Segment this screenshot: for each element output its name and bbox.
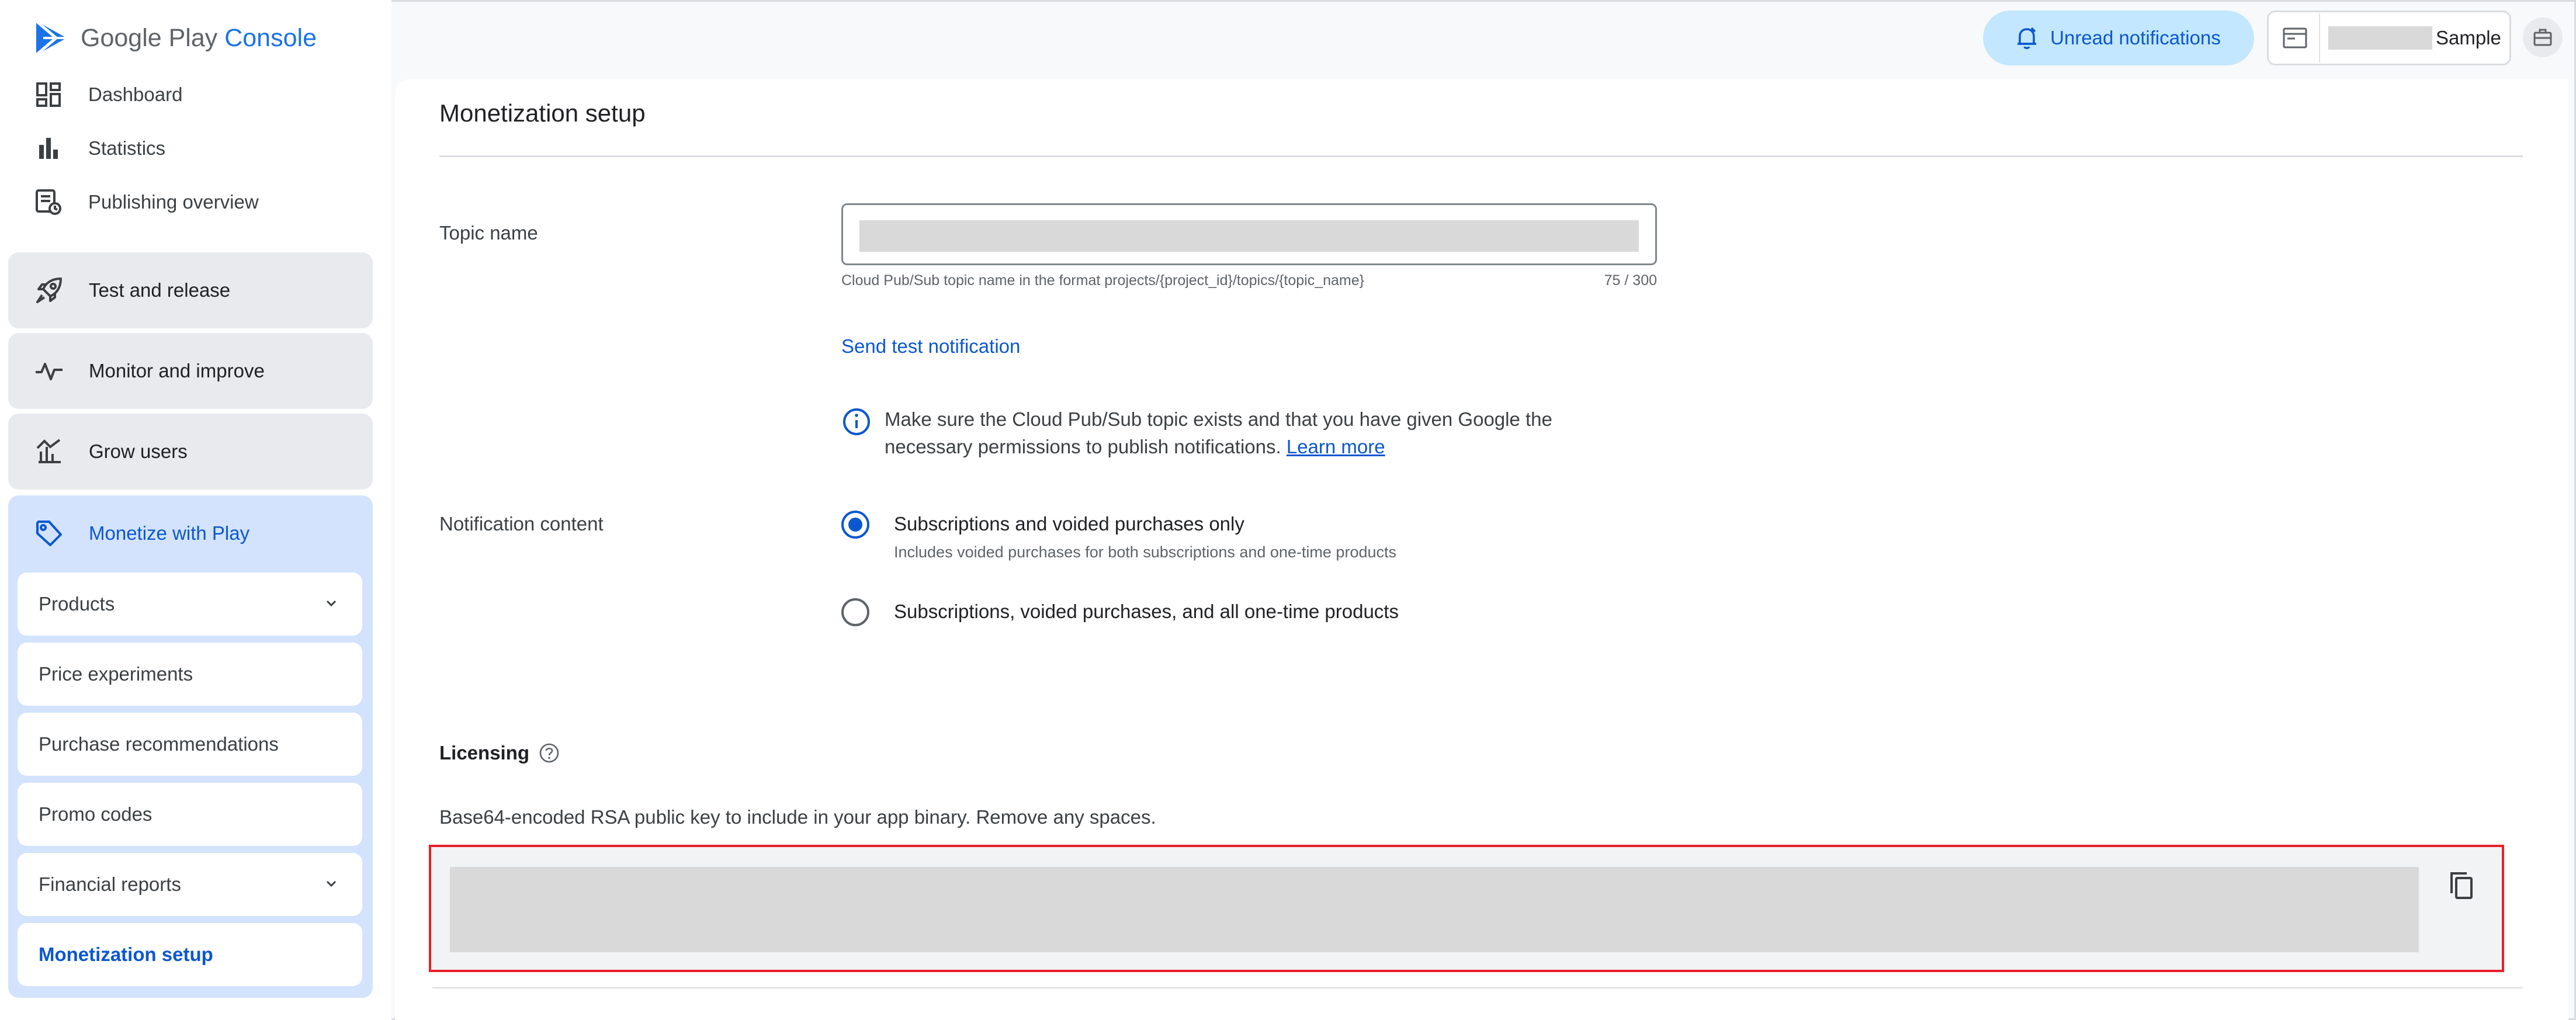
nav-sub-financial-reports-label: Financial reports xyxy=(39,873,181,895)
unread-notifications-label: Unread notifications xyxy=(2050,27,2221,48)
radio-option-1-label: Subscriptions and voided purchases only xyxy=(894,513,1244,535)
licensing-heading-text: Licensing xyxy=(439,742,530,764)
help-circle-icon[interactable] xyxy=(539,743,560,764)
info-text: Make sure the Cloud Pub/Sub topic exists… xyxy=(885,408,1552,457)
play-logo-icon xyxy=(35,20,67,56)
tag-icon xyxy=(34,518,64,549)
google-play-console-logo[interactable]: Google Play Console xyxy=(34,18,317,58)
section-divider xyxy=(432,987,2523,988)
nav-dashboard-label: Dashboard xyxy=(88,84,183,105)
nav-sub-products[interactable]: Products xyxy=(18,573,362,636)
page-title: Monetization setup xyxy=(439,99,646,127)
nav-sub-monetization-setup[interactable]: Monetization setup xyxy=(18,923,362,986)
nav-grow-users[interactable]: Grow users xyxy=(8,414,373,490)
nav-monetize-with-play-header[interactable]: Monetize with Play xyxy=(8,495,373,571)
radio-button-checked[interactable] xyxy=(841,511,869,539)
nav-monitor-and-improve-label: Monitor and improve xyxy=(89,360,265,381)
nav-sub-financial-reports[interactable]: Financial reports xyxy=(18,853,362,916)
radio-subscriptions-voided-only[interactable]: Subscriptions and voided purchases only … xyxy=(841,511,1396,561)
nav-publishing-overview[interactable]: Publishing overview xyxy=(34,179,361,225)
sidebar: Google Play Console Dashboard Statistics… xyxy=(0,0,391,1020)
nav-dashboard[interactable]: Dashboard xyxy=(34,71,361,118)
radio-subscriptions-voided-all-onetime[interactable]: Subscriptions, voided purchases, and all… xyxy=(841,598,1399,626)
chevron-down-icon xyxy=(326,600,337,607)
nav-test-and-release-label: Test and release xyxy=(89,279,231,301)
licensing-heading: Licensing xyxy=(439,742,560,764)
nav-monetize-with-play-label: Monetize with Play xyxy=(89,522,250,544)
nav-grow-users-label: Grow users xyxy=(89,440,188,462)
pubsub-info-note: Make sure the Cloud Pub/Sub topic exists… xyxy=(841,405,1601,460)
pulse-icon xyxy=(34,356,64,386)
topic-helper-row: Cloud Pub/Sub topic name in the format p… xyxy=(841,272,1657,289)
nav-sub-monetization-setup-label: Monetization setup xyxy=(39,943,213,965)
radio-option-1-description: Includes voided purchases for both subsc… xyxy=(894,543,1396,561)
help-button[interactable] xyxy=(2523,18,2563,57)
nav-sub-price-experiments-label: Price experiments xyxy=(39,663,193,685)
bell-icon xyxy=(2017,27,2037,49)
redacted-rsa-key[interactable] xyxy=(450,867,2419,952)
redacted-account-name xyxy=(2328,26,2432,50)
radio-button-unchecked[interactable] xyxy=(841,598,869,626)
info-icon xyxy=(843,408,870,435)
title-divider xyxy=(439,155,2523,157)
logo-console-text: Console xyxy=(224,23,317,52)
topic-char-counter: 75 / 300 xyxy=(1604,272,1657,289)
nav-statistics-label: Statistics xyxy=(88,137,166,159)
info-text-block: Make sure the Cloud Pub/Sub topic exists… xyxy=(885,405,1601,460)
nav-sub-promo-codes-label: Promo codes xyxy=(39,803,152,825)
nav-sub-price-experiments[interactable]: Price experiments xyxy=(18,643,362,706)
grow-users-icon xyxy=(34,436,64,467)
send-test-notification-button[interactable]: Send test notification xyxy=(841,335,1020,358)
topic-helper-text: Cloud Pub/Sub topic name in the format p… xyxy=(841,272,1364,289)
notification-content-label: Notification content xyxy=(439,513,604,535)
topic-name-label: Topic name xyxy=(439,222,538,244)
radio-option-2-label: Subscriptions, voided purchases, and all… xyxy=(894,601,1399,622)
briefcase-icon xyxy=(2533,29,2552,46)
dashboard-icon xyxy=(34,80,63,109)
nav-sub-promo-codes[interactable]: Promo codes xyxy=(18,783,362,846)
radio-option-text: Subscriptions and voided purchases only … xyxy=(894,513,1396,561)
radio-option-text: Subscriptions, voided purchases, and all… xyxy=(894,601,1399,626)
publishing-overview-icon xyxy=(34,188,63,217)
chevron-down-icon xyxy=(326,880,337,887)
nav-test-and-release[interactable]: Test and release xyxy=(8,252,373,328)
topic-name-input[interactable] xyxy=(841,203,1657,265)
logo-google-play-text: Google Play xyxy=(81,23,218,52)
nav-sub-purchase-recommendations[interactable]: Purchase recommendations xyxy=(18,713,362,776)
bar-chart-icon xyxy=(34,134,63,163)
logo-text: Google Play Console xyxy=(81,24,317,53)
rsa-public-key-box xyxy=(429,845,2504,972)
nav-publishing-overview-label: Publishing overview xyxy=(88,191,259,213)
rocket-icon xyxy=(34,275,64,306)
licensing-description: Base64-encoded RSA public key to include… xyxy=(439,806,1156,828)
copy-key-button[interactable] xyxy=(2443,868,2478,903)
developer-account-icon xyxy=(2271,13,2320,63)
unread-notifications-button[interactable]: Unread notifications xyxy=(1983,11,2254,65)
account-name: Sample xyxy=(2436,27,2501,48)
nav-sub-purchase-recommendations-label: Purchase recommendations xyxy=(39,733,279,755)
nav-statistics[interactable]: Statistics xyxy=(34,125,361,172)
account-switcher[interactable]: Sample xyxy=(2267,11,2511,65)
nav-sub-products-label: Products xyxy=(39,593,115,615)
copy-icon xyxy=(2450,872,2473,899)
redacted-topic-value xyxy=(859,220,1639,252)
nav-monitor-and-improve[interactable]: Monitor and improve xyxy=(8,333,373,409)
learn-more-link[interactable]: Learn more xyxy=(1287,436,1385,457)
